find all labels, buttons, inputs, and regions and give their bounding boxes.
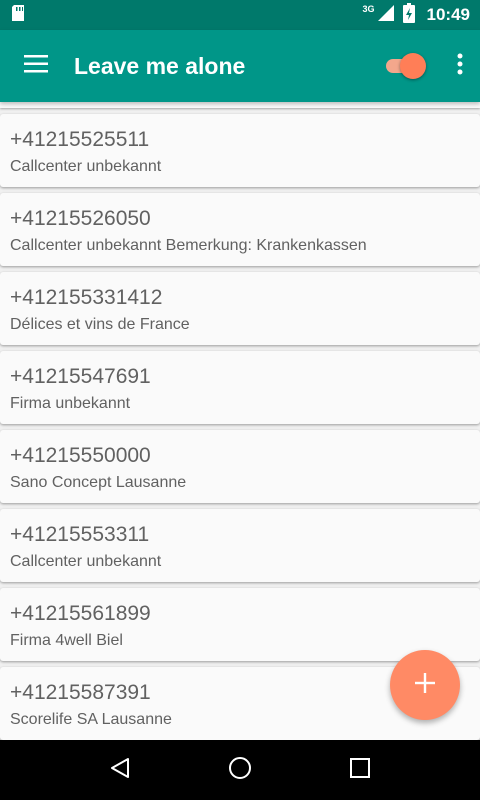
contact-number: +41215525511 xyxy=(10,128,150,151)
list-item[interactable]: +41215550000 Sano Concept Lausanne xyxy=(0,430,480,503)
toggle-thumb xyxy=(400,53,426,79)
signal-icon xyxy=(377,4,395,27)
contact-name: Scorelife SA Lausanne xyxy=(10,711,172,728)
block-toggle[interactable] xyxy=(384,51,428,81)
contact-number: +41215587391 xyxy=(10,681,151,704)
app-title: Leave me alone xyxy=(74,52,246,79)
list-item[interactable]: +41215561899 Firma 4well Biel xyxy=(0,588,480,661)
overflow-menu-button[interactable] xyxy=(446,30,474,102)
list-item[interactable]: +41215525511 Callcenter unbekannt xyxy=(0,114,480,187)
list-item[interactable]: +41215526050 Callcenter unbekannt Bemerk… xyxy=(0,193,480,266)
network-type: 3G xyxy=(362,4,375,14)
list-item[interactable]: +412155331412 Délices et vins de France xyxy=(0,272,480,345)
status-time: 10:49 xyxy=(426,5,470,24)
contact-number: +41215550000 xyxy=(10,444,151,467)
back-button[interactable] xyxy=(100,750,140,790)
back-icon xyxy=(109,757,131,784)
sd-card-icon xyxy=(10,4,26,27)
recents-icon xyxy=(350,757,370,783)
menu-button[interactable] xyxy=(0,30,72,102)
recents-button[interactable] xyxy=(340,750,380,790)
contact-number: +412155331412 xyxy=(10,286,163,309)
home-icon xyxy=(228,756,252,785)
contact-name: Callcenter unbekannt xyxy=(10,553,162,570)
more-vert-icon xyxy=(457,53,463,80)
contact-name: Firma 4well Biel xyxy=(10,632,123,649)
contact-name: Délices et vins de France xyxy=(10,316,190,333)
contact-name: Callcenter unbekannt Bemerkung: Krankenk… xyxy=(10,237,367,254)
add-icon xyxy=(415,672,435,698)
contact-number: +41215547691 xyxy=(10,365,151,388)
contact-name: Callcenter unbekannt xyxy=(10,158,162,175)
hamburger-menu-icon xyxy=(24,54,48,78)
app-bar: Leave me alone xyxy=(0,30,480,102)
contact-number: +41215561899 xyxy=(10,602,151,625)
status-bar-left xyxy=(10,4,26,27)
home-button[interactable] xyxy=(220,750,260,790)
add-number-button[interactable] xyxy=(390,650,460,720)
contact-number: +41215526050 xyxy=(10,207,151,230)
list-item[interactable]: +41215547691 Firma unbekannt xyxy=(0,351,480,424)
list-item-partial[interactable] xyxy=(0,102,480,108)
contact-name: Sano Concept Lausanne xyxy=(10,474,187,491)
contact-name: Firma unbekannt xyxy=(10,395,131,412)
contact-list[interactable]: +41215525511 Callcenter unbekannt +41215… xyxy=(0,102,480,740)
battery-charging-icon xyxy=(402,2,415,28)
contact-number: +41215553311 xyxy=(10,523,150,546)
list-item[interactable]: +41215553311 Callcenter unbekannt xyxy=(0,509,480,582)
status-bar: 3G 10:49 xyxy=(0,0,480,30)
status-bar-right: 3G 10:49 xyxy=(362,2,470,28)
navigation-bar xyxy=(0,740,480,800)
